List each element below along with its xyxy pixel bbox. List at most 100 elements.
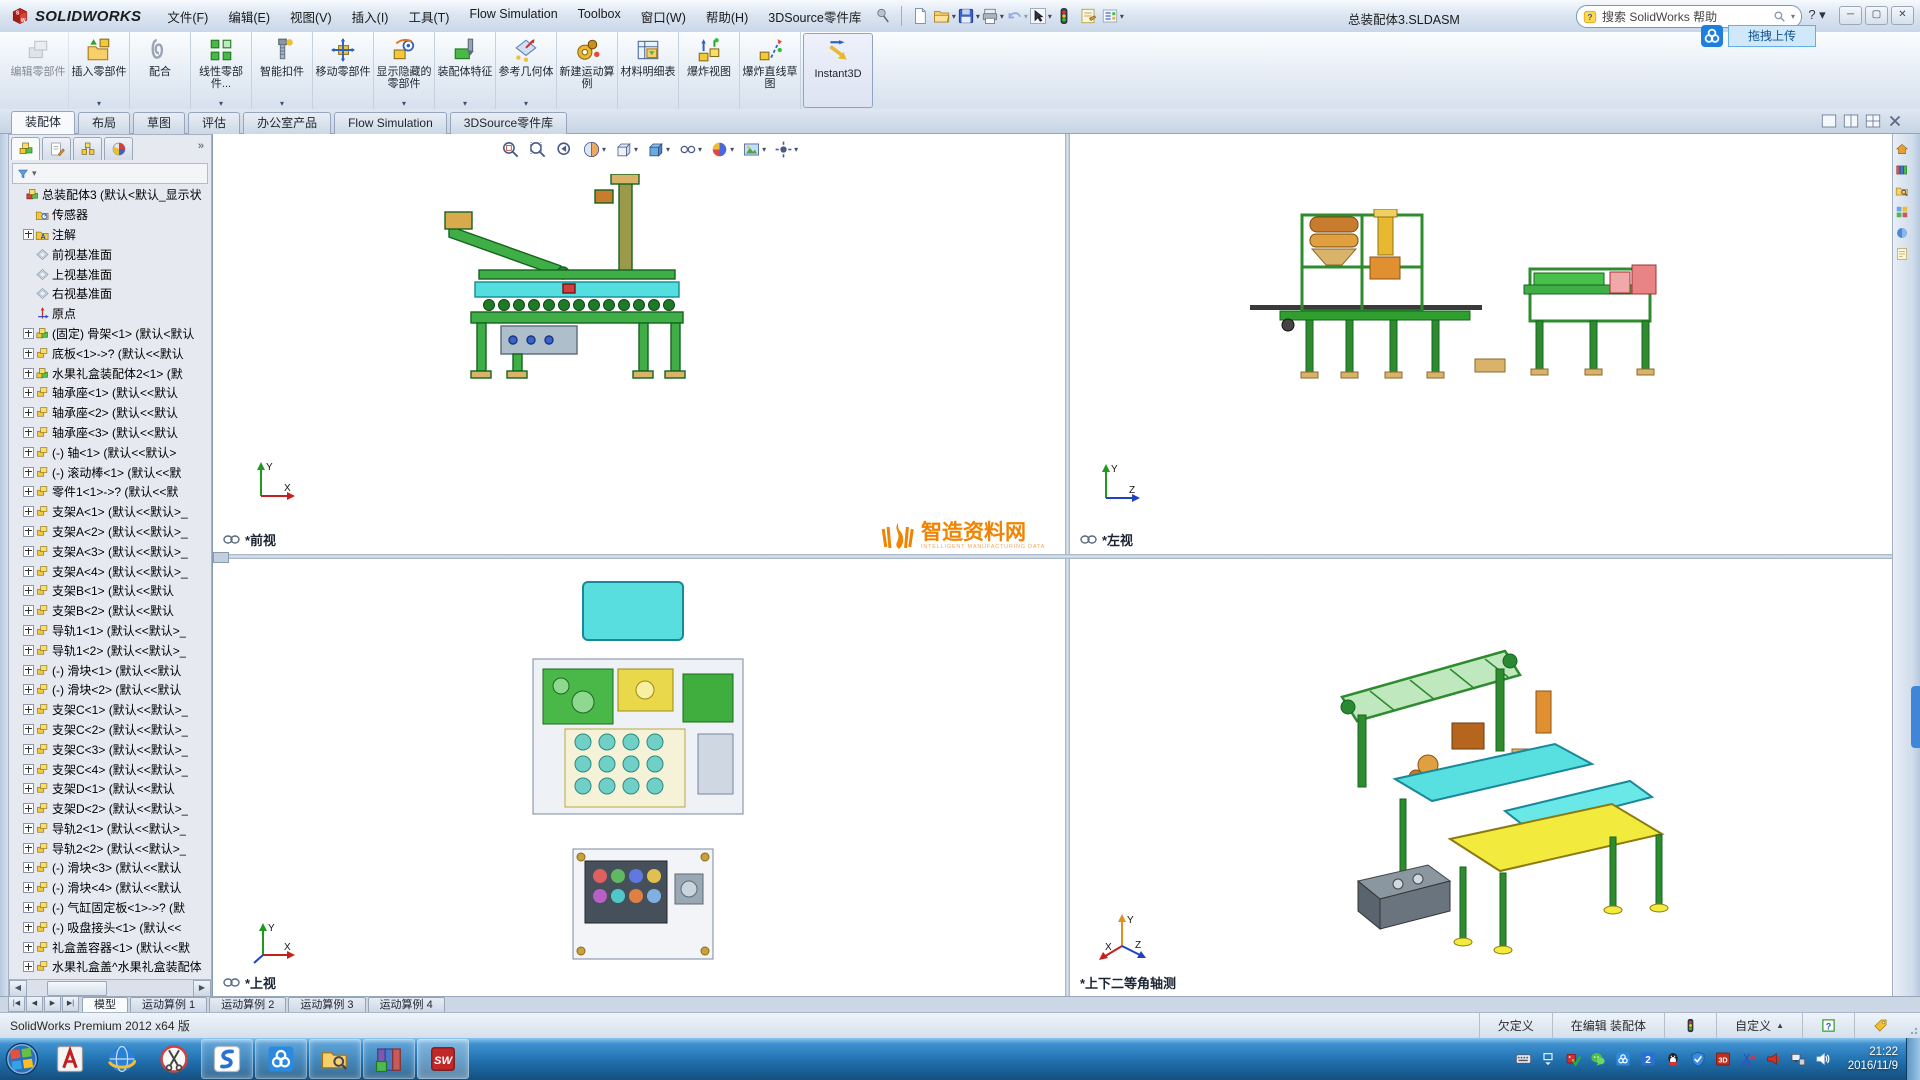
expand-toggle[interactable] <box>23 921 34 933</box>
expand-toggle[interactable] <box>23 743 34 755</box>
tree-item[interactable]: 支架A<3> (默认<<默认>_ <box>9 541 211 561</box>
help-question-icon[interactable]: ? <box>1802 1013 1854 1038</box>
menu-file[interactable]: 文件(F) <box>157 4 218 29</box>
close-button[interactable]: ✕ <box>1891 6 1914 25</box>
tab-草图[interactable]: 草图 <box>133 112 186 134</box>
tree-horizontal-scrollbar[interactable]: ◀ ▶ <box>9 979 211 997</box>
tree-item[interactable]: 原点 <box>9 304 211 324</box>
assembly-features-button[interactable]: 装配体特征 ▾ <box>435 32 496 109</box>
menu-3dsource[interactable]: 3DSource零件库 <box>758 4 871 29</box>
tree-item[interactable]: 支架A<4> (默认<<默认>_ <box>9 561 211 581</box>
search-dropdown-caret[interactable]: ▾ <box>1791 12 1795 21</box>
menu-edit[interactable]: 编辑(E) <box>218 4 280 29</box>
menu-tools[interactable]: 工具(T) <box>398 4 459 29</box>
view-palette-icon[interactable] <box>1895 205 1909 219</box>
new-document-icon[interactable] <box>908 5 932 27</box>
search-icon[interactable] <box>1773 10 1786 23</box>
tree-item[interactable]: 水果礼盒盖^水果礼盒装配体 <box>9 957 211 977</box>
tag-icon[interactable] <box>1854 1013 1906 1038</box>
instant3d-button[interactable]: Instant3D <box>803 33 873 108</box>
menu-view[interactable]: 视图(V) <box>280 4 342 29</box>
expand-toggle[interactable] <box>23 228 34 240</box>
tray-3dsource-tray-icon[interactable]: 3D <box>1715 1051 1732 1068</box>
tree-item[interactable]: 支架C<1> (默认<<默认>_ <box>9 700 211 720</box>
expand-toggle[interactable] <box>23 862 34 874</box>
status-自定义[interactable]: 自定义 ▲ <box>1716 1013 1802 1038</box>
tree-item[interactable]: A 注解 <box>9 225 211 245</box>
tray-qq-icon[interactable] <box>1665 1051 1682 1068</box>
tree-item[interactable]: (-) 轴<1> (默认<<默认> <box>9 442 211 462</box>
hide-show-items-icon[interactable]: ▾ <box>675 138 705 161</box>
splitter-grip[interactable] <box>213 552 229 563</box>
taskbar-app-winrar[interactable] <box>363 1039 415 1079</box>
four-view-icon[interactable] <box>1864 112 1882 130</box>
tray-network-icon[interactable] <box>1790 1051 1807 1068</box>
viewport-isometric[interactable]: Y X Z *上下二等角轴测 <box>1070 559 1893 997</box>
options-icon[interactable]: ▾ <box>1100 5 1124 27</box>
tree-item[interactable]: 前视基准面 <box>9 244 211 264</box>
tree-item[interactable]: (-) 滑块<3> (默认<<默认 <box>9 858 211 878</box>
drag-upload-overlay[interactable]: 拖拽上传 <box>1700 24 1816 48</box>
collapse-panel-button[interactable]: » <box>193 137 209 162</box>
scroll-right-button[interactable]: ▶ <box>193 979 211 997</box>
tree-item[interactable]: (-) 吸盘接头<1> (默认<< <box>9 917 211 937</box>
model-tab-运动算例 4[interactable]: 运动算例 4 <box>367 997 445 1013</box>
exploded-view-button[interactable]: 爆炸视图 <box>679 32 740 109</box>
tab-3DSource零件库[interactable]: 3DSource零件库 <box>449 112 568 134</box>
expand-toggle[interactable] <box>23 347 34 359</box>
horizontal-splitter[interactable] <box>213 554 1893 559</box>
taskbar-app-sogou-browser[interactable] <box>201 1039 253 1079</box>
taskbar-app-autocad[interactable] <box>45 1040 95 1078</box>
tree-item[interactable]: 轴承座<2> (默认<<默认 <box>9 403 211 423</box>
tray-wechat-icon[interactable] <box>1590 1051 1607 1068</box>
menu-help[interactable]: 帮助(H) <box>696 4 758 29</box>
tree-item[interactable]: 底板<1>->? (默认<<默认 <box>9 343 211 363</box>
tab-Flow Simulation[interactable]: Flow Simulation <box>334 112 447 134</box>
status-caret[interactable]: ▲ <box>1776 1021 1784 1030</box>
dropdown-caret-icon[interactable]: ▾ <box>524 99 528 108</box>
expand-toggle[interactable] <box>23 426 34 438</box>
tray-red-horn-icon[interactable] <box>1765 1051 1782 1068</box>
tree-item[interactable]: 支架D<2> (默认<<默认>_ <box>9 799 211 819</box>
taskbar-app-browser-globe[interactable] <box>97 1040 147 1078</box>
featuremanager-tab[interactable] <box>11 137 40 160</box>
taskbar-app-baidu-cloud[interactable] <box>255 1039 307 1079</box>
tree-item[interactable]: 导轨1<1> (默认<<默认>_ <box>9 621 211 641</box>
expand-toggle[interactable] <box>23 842 34 854</box>
previous-view-icon[interactable] <box>552 138 577 161</box>
design-library-icon[interactable] <box>1895 163 1909 177</box>
expand-toggle[interactable] <box>23 367 34 379</box>
model-tab-nav-1[interactable]: ◀ <box>26 996 43 1012</box>
expand-toggle[interactable] <box>23 327 34 339</box>
traffic-light-icon[interactable] <box>1052 5 1076 27</box>
tray-sogou-input-icon[interactable]: 2 <box>1640 1051 1657 1068</box>
scroll-left-button[interactable]: ◀ <box>9 979 27 997</box>
start-button[interactable] <box>0 1039 44 1079</box>
maximize-button[interactable]: ▢ <box>1865 6 1888 25</box>
tree-item[interactable]: (-) 滑块<4> (默认<<默认 <box>9 878 211 898</box>
tree-item[interactable]: 传感器 <box>9 205 211 225</box>
menu-insert[interactable]: 插入(I) <box>342 4 399 29</box>
menu-flow-simulation[interactable]: Flow Simulation <box>459 4 567 29</box>
tray-show-hidden-icons-icon[interactable] <box>1540 1051 1557 1068</box>
taskbar-app-file-explorer[interactable] <box>309 1039 361 1079</box>
expand-toggle[interactable] <box>23 882 34 894</box>
menu-toolbox[interactable]: Toolbox <box>568 4 631 29</box>
tab-布局[interactable]: 布局 <box>78 112 131 134</box>
edit-appearance-icon[interactable]: ▾ <box>707 138 737 161</box>
expand-toggle[interactable] <box>23 565 34 577</box>
dropdown-caret-icon[interactable]: ▾ <box>280 99 284 108</box>
tray-keyboard-icon[interactable] <box>1515 1051 1532 1068</box>
tray-antivirus-dice-icon[interactable] <box>1565 1051 1582 1068</box>
expand-toggle[interactable] <box>23 407 34 419</box>
section-view-icon[interactable]: ▾ <box>579 138 609 161</box>
help-button[interactable]: ? ▾ <box>1806 7 1828 23</box>
insert-component-button[interactable]: 插入零部件 ▾ <box>69 32 130 109</box>
tree-item[interactable]: 上视基准面 <box>9 264 211 284</box>
traffic-light-icon[interactable] <box>1664 1013 1716 1038</box>
file-explorer-icon[interactable] <box>1895 184 1909 198</box>
tab-办公室产品[interactable]: 办公室产品 <box>243 112 332 134</box>
filter-caret[interactable]: ▾ <box>32 168 37 179</box>
save-icon[interactable]: ▾ <box>956 5 980 27</box>
appearances-scenes-icon[interactable] <box>1895 226 1909 240</box>
